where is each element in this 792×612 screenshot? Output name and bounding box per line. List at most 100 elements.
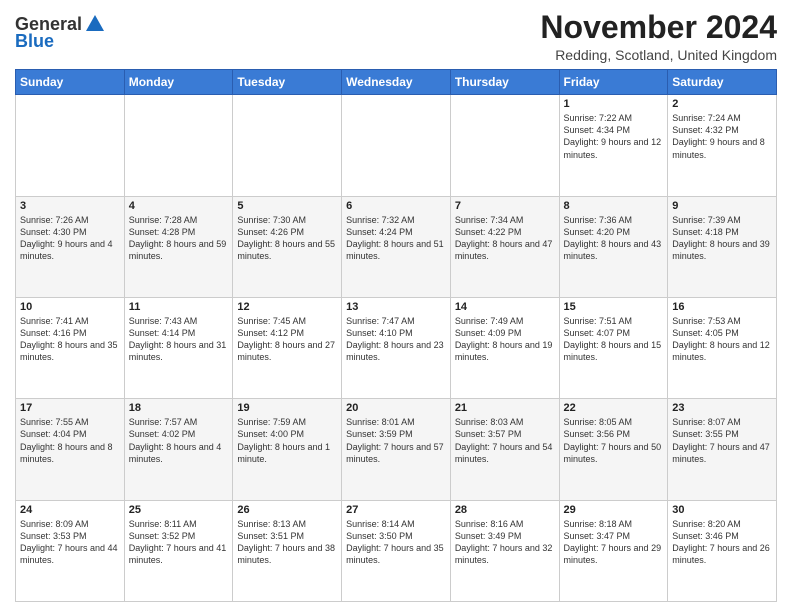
day-info: Sunrise: 7:57 AM Sunset: 4:02 PM Dayligh…: [129, 416, 229, 465]
day-number: 26: [237, 504, 337, 516]
calendar-day-header: Saturday: [668, 70, 777, 95]
day-info: Sunrise: 7:28 AM Sunset: 4:28 PM Dayligh…: [129, 214, 229, 263]
day-info: Sunrise: 7:22 AM Sunset: 4:34 PM Dayligh…: [564, 112, 664, 161]
calendar-day-header: Sunday: [16, 70, 125, 95]
day-number: 3: [20, 200, 120, 212]
day-number: 2: [672, 98, 772, 110]
day-number: 21: [455, 402, 555, 414]
logo-icon: [84, 13, 106, 35]
day-number: 1: [564, 98, 664, 110]
calendar-cell: 28 Sunrise: 8:16 AM Sunset: 3:49 PM Dayli…: [450, 500, 559, 601]
day-number: 14: [455, 301, 555, 313]
calendar-cell: 27 Sunrise: 8:14 AM Sunset: 3:50 PM Dayli…: [342, 500, 451, 601]
calendar-cell: [16, 95, 125, 196]
calendar-week-row: 3 Sunrise: 7:26 AM Sunset: 4:30 PM Daylig…: [16, 196, 777, 297]
calendar-cell: 9 Sunrise: 7:39 AM Sunset: 4:18 PM Daylig…: [668, 196, 777, 297]
day-number: 6: [346, 200, 446, 212]
day-info: Sunrise: 8:18 AM Sunset: 3:47 PM Dayligh…: [564, 518, 664, 567]
calendar-cell: 26Sunrise: 8:13 AM Sunset: 3:51 PM Dayli…: [233, 500, 342, 601]
day-number: 20: [346, 402, 446, 414]
calendar-cell: 29 Sunrise: 8:18 AM Sunset: 3:47 PM Dayli…: [559, 500, 668, 601]
calendar-cell: 13 Sunrise: 7:47 AM Sunset: 4:10 PM Dayli…: [342, 297, 451, 398]
calendar-cell: 14 Sunrise: 7:49 AM Sunset: 4:09 PM Dayli…: [450, 297, 559, 398]
day-info: Sunrise: 8:07 AM Sunset: 3:55 PM Dayligh…: [672, 416, 772, 465]
calendar-cell: [342, 95, 451, 196]
day-info: Sunrise: 8:03 AM Sunset: 3:57 PM Dayligh…: [455, 416, 555, 465]
calendar-cell: 6 Sunrise: 7:32 AM Sunset: 4:24 PM Daylig…: [342, 196, 451, 297]
day-info: Sunrise: 7:53 AM Sunset: 4:05 PM Dayligh…: [672, 315, 772, 364]
day-info: Sunrise: 8:20 AM Sunset: 3:46 PM Dayligh…: [672, 518, 772, 567]
day-info: Sunrise: 7:43 AM Sunset: 4:14 PM Dayligh…: [129, 315, 229, 364]
day-number: 29: [564, 504, 664, 516]
header: General Blue November 2024 Redding, Scot…: [15, 10, 777, 63]
day-number: 13: [346, 301, 446, 313]
calendar-table: SundayMondayTuesdayWednesdayThursdayFrid…: [15, 69, 777, 602]
calendar-cell: [233, 95, 342, 196]
day-info: Sunrise: 7:51 AM Sunset: 4:07 PM Dayligh…: [564, 315, 664, 364]
day-number: 12: [237, 301, 337, 313]
day-number: 17: [20, 402, 120, 414]
day-number: 24: [20, 504, 120, 516]
day-info: Sunrise: 7:39 AM Sunset: 4:18 PM Dayligh…: [672, 214, 772, 263]
calendar-cell: 3 Sunrise: 7:26 AM Sunset: 4:30 PM Daylig…: [16, 196, 125, 297]
day-number: 19: [237, 402, 337, 414]
calendar-cell: 24 Sunrise: 8:09 AM Sunset: 3:53 PM Dayli…: [16, 500, 125, 601]
calendar-week-row: 17 Sunrise: 7:55 AM Sunset: 4:04 PM Dayli…: [16, 399, 777, 500]
month-title: November 2024: [540, 10, 777, 45]
calendar-cell: 23Sunrise: 8:07 AM Sunset: 3:55 PM Dayli…: [668, 399, 777, 500]
calendar-cell: 5 Sunrise: 7:30 AM Sunset: 4:26 PM Daylig…: [233, 196, 342, 297]
day-number: 27: [346, 504, 446, 516]
calendar-cell: 22 Sunrise: 8:05 AM Sunset: 3:56 PM Dayli…: [559, 399, 668, 500]
calendar-day-header: Friday: [559, 70, 668, 95]
calendar-cell: 7 Sunrise: 7:34 AM Sunset: 4:22 PM Daylig…: [450, 196, 559, 297]
day-info: Sunrise: 8:09 AM Sunset: 3:53 PM Dayligh…: [20, 518, 120, 567]
location: Redding, Scotland, United Kingdom: [540, 47, 777, 63]
calendar-cell: 30 Sunrise: 8:20 AM Sunset: 3:46 PM Dayli…: [668, 500, 777, 601]
day-info: Sunrise: 7:32 AM Sunset: 4:24 PM Dayligh…: [346, 214, 446, 263]
day-info: Sunrise: 8:14 AM Sunset: 3:50 PM Dayligh…: [346, 518, 446, 567]
calendar-cell: 25 Sunrise: 8:11 AM Sunset: 3:52 PM Dayli…: [124, 500, 233, 601]
day-info: Sunrise: 7:49 AM Sunset: 4:09 PM Dayligh…: [455, 315, 555, 364]
calendar-day-header: Tuesday: [233, 70, 342, 95]
day-number: 16: [672, 301, 772, 313]
day-number: 8: [564, 200, 664, 212]
calendar-cell: 8 Sunrise: 7:36 AM Sunset: 4:20 PM Daylig…: [559, 196, 668, 297]
calendar-week-row: 1 Sunrise: 7:22 AM Sunset: 4:34 PM Daylig…: [16, 95, 777, 196]
calendar-cell: 20 Sunrise: 8:01 AM Sunset: 3:59 PM Dayli…: [342, 399, 451, 500]
title-block: November 2024 Redding, Scotland, United …: [540, 10, 777, 63]
calendar-day-header: Thursday: [450, 70, 559, 95]
day-number: 22: [564, 402, 664, 414]
calendar-week-row: 24 Sunrise: 8:09 AM Sunset: 3:53 PM Dayli…: [16, 500, 777, 601]
day-number: 10: [20, 301, 120, 313]
calendar-cell: 4Sunrise: 7:28 AM Sunset: 4:28 PM Daylig…: [124, 196, 233, 297]
day-info: Sunrise: 7:45 AM Sunset: 4:12 PM Dayligh…: [237, 315, 337, 364]
calendar-cell: 15Sunrise: 7:51 AM Sunset: 4:07 PM Dayli…: [559, 297, 668, 398]
calendar-cell: 19 Sunrise: 7:59 AM Sunset: 4:00 PM Dayli…: [233, 399, 342, 500]
day-number: 7: [455, 200, 555, 212]
calendar-header-row: SundayMondayTuesdayWednesdayThursdayFrid…: [16, 70, 777, 95]
day-info: Sunrise: 8:11 AM Sunset: 3:52 PM Dayligh…: [129, 518, 229, 567]
day-info: Sunrise: 8:01 AM Sunset: 3:59 PM Dayligh…: [346, 416, 446, 465]
day-info: Sunrise: 7:34 AM Sunset: 4:22 PM Dayligh…: [455, 214, 555, 263]
logo: General Blue: [15, 14, 106, 52]
day-info: Sunrise: 7:59 AM Sunset: 4:00 PM Dayligh…: [237, 416, 337, 465]
day-number: 9: [672, 200, 772, 212]
calendar-cell: [124, 95, 233, 196]
calendar-cell: 18Sunrise: 7:57 AM Sunset: 4:02 PM Dayli…: [124, 399, 233, 500]
day-number: 25: [129, 504, 229, 516]
day-number: 28: [455, 504, 555, 516]
day-info: Sunrise: 7:36 AM Sunset: 4:20 PM Dayligh…: [564, 214, 664, 263]
calendar-day-header: Wednesday: [342, 70, 451, 95]
day-info: Sunrise: 8:16 AM Sunset: 3:49 PM Dayligh…: [455, 518, 555, 567]
calendar-cell: 2Sunrise: 7:24 AM Sunset: 4:32 PM Daylig…: [668, 95, 777, 196]
day-number: 30: [672, 504, 772, 516]
day-info: Sunrise: 8:05 AM Sunset: 3:56 PM Dayligh…: [564, 416, 664, 465]
day-number: 5: [237, 200, 337, 212]
page: General Blue November 2024 Redding, Scot…: [0, 0, 792, 612]
day-info: Sunrise: 7:55 AM Sunset: 4:04 PM Dayligh…: [20, 416, 120, 465]
calendar-cell: 12 Sunrise: 7:45 AM Sunset: 4:12 PM Dayli…: [233, 297, 342, 398]
day-info: Sunrise: 7:26 AM Sunset: 4:30 PM Dayligh…: [20, 214, 120, 263]
day-info: Sunrise: 7:30 AM Sunset: 4:26 PM Dayligh…: [237, 214, 337, 263]
day-info: Sunrise: 7:47 AM Sunset: 4:10 PM Dayligh…: [346, 315, 446, 364]
calendar-body: 1 Sunrise: 7:22 AM Sunset: 4:34 PM Daylig…: [16, 95, 777, 602]
